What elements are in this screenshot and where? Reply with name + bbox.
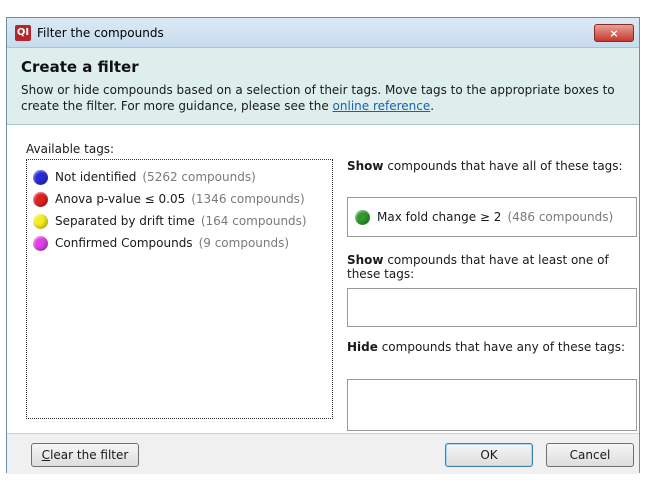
blue-circle-icon	[33, 169, 48, 185]
show-all-label-rest: compounds that have all of these tags:	[383, 159, 623, 173]
cancel-button[interactable]: Cancel	[546, 443, 634, 467]
show-all-label: Show compounds that have all of these ta…	[347, 159, 637, 173]
tag-name: Confirmed Compounds	[55, 236, 193, 250]
show-all-label-bold: Show	[347, 159, 384, 173]
available-tags-label: Available tags:	[26, 142, 115, 156]
tag-item-not-identified[interactable]: Not identified (5262 compounds)	[33, 166, 332, 188]
clear-filter-button[interactable]: Clear the filter	[31, 443, 139, 467]
tag-count: (5262 compounds)	[142, 170, 256, 184]
yellow-circle-icon	[33, 213, 48, 229]
filter-content: Available tags: Not identified (5262 com…	[7, 125, 639, 433]
close-button[interactable]: ×	[594, 24, 634, 42]
hide-any-label-bold: Hide	[347, 340, 378, 354]
magenta-circle-icon	[33, 235, 48, 251]
show-any-box[interactable]	[347, 288, 637, 327]
window-title: Filter the compounds	[37, 25, 164, 40]
description-text: Show or hide compounds based on a select…	[21, 83, 615, 113]
hide-any-label-rest: compounds that have any of these tags:	[377, 340, 625, 354]
show-any-label-bold: Show	[347, 253, 384, 267]
tag-count: (9 compounds)	[198, 236, 290, 250]
tag-name: Max fold change ≥ 2	[377, 210, 502, 224]
show-all-box[interactable]: Max fold change ≥ 2 (486 compounds)	[347, 197, 637, 237]
clear-filter-mnemonic: C	[41, 448, 51, 462]
hide-any-label: Hide compounds that have any of these ta…	[347, 340, 637, 354]
ok-button[interactable]: OK	[445, 443, 533, 467]
tag-count: (486 compounds)	[507, 210, 614, 224]
tag-name: Separated by drift time	[55, 214, 195, 228]
dialog-footer: Clear the filter OK Cancel	[7, 433, 639, 474]
tag-name: Anova p-value ≤ 0.05	[55, 192, 186, 206]
description-end: .	[430, 99, 435, 113]
title-bar: QI Filter the compounds ×	[7, 18, 639, 48]
hide-any-box[interactable]	[347, 379, 637, 431]
tag-name: Not identified	[55, 170, 137, 184]
tag-item-anova[interactable]: Anova p-value ≤ 0.05 (1346 compounds)	[33, 188, 332, 210]
show-any-label-rest: compounds that have at least one of thes…	[347, 253, 609, 281]
tag-item-confirmed[interactable]: Confirmed Compounds (9 compounds)	[33, 232, 332, 254]
green-circle-icon	[355, 209, 370, 225]
dialog-header: Create a filter Show or hide compounds b…	[7, 48, 639, 125]
app-logo-icon: QI	[15, 24, 31, 41]
header-description: Show or hide compounds based on a select…	[21, 82, 627, 114]
tag-count: (164 compounds)	[200, 214, 307, 228]
red-circle-icon	[33, 191, 48, 207]
online-reference-link[interactable]: online reference	[333, 99, 431, 113]
page-title: Create a filter	[21, 58, 139, 76]
tag-count: (1346 compounds)	[191, 192, 305, 206]
clear-filter-label: lear the filter	[50, 448, 129, 462]
tag-item-max-fold-change[interactable]: Max fold change ≥ 2 (486 compounds)	[355, 206, 613, 228]
tag-item-drift-time[interactable]: Separated by drift time (164 compounds)	[33, 210, 332, 232]
filter-dialog: QI Filter the compounds × Create a filte…	[6, 17, 640, 474]
available-tags-list[interactable]: Not identified (5262 compounds) Anova p-…	[26, 159, 333, 419]
show-any-label: Show compounds that have at least one of…	[347, 253, 637, 281]
